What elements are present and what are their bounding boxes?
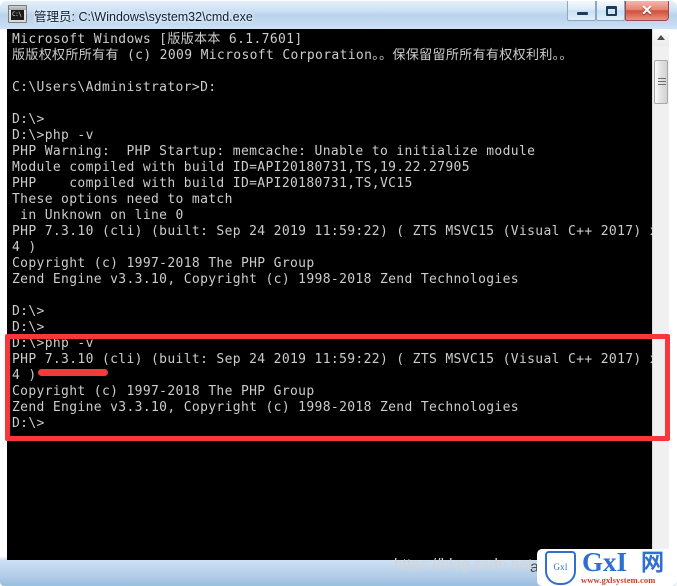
cmd-console-icon[interactable]: C:\ xyxy=(8,5,27,23)
scrollbar-grip-icon xyxy=(658,78,666,85)
console-line: PHP compiled with build ID=API20180731,T… xyxy=(12,176,413,191)
console-line: 4 ) xyxy=(12,240,37,255)
close-icon: ✕ xyxy=(641,2,653,18)
annotation-red-underline xyxy=(38,369,108,376)
gxl-shield-icon: Gxl xyxy=(545,551,576,585)
console-line: C:\Users\Administrator>D: xyxy=(12,80,217,95)
console-scrollbar[interactable] xyxy=(652,29,669,560)
gxl-wordmark: GxI xyxy=(582,549,628,577)
console-output-area[interactable]: Microsoft Windows [版版本本 6.1.7601] 版版权权所所有… xyxy=(7,29,669,560)
minimize-icon xyxy=(577,12,588,15)
window-title: 管理员: C:\Windows\system32\cmd.exe xyxy=(34,10,253,24)
console-line: D:\> xyxy=(12,416,45,431)
console-line: Zend Engine v3.3.10, Copyright (c) 1998-… xyxy=(12,272,519,287)
console-line: in Unknown on line 0 xyxy=(12,208,184,223)
gxl-url-text: www.gxlsystem.com xyxy=(581,575,656,585)
gxl-shield-label: Gxl xyxy=(553,562,568,572)
console-line: PHP 7.3.10 (cli) (built: Sep 24 2019 11:… xyxy=(12,352,667,367)
console-line: These options need to match xyxy=(12,192,233,207)
minimize-button[interactable] xyxy=(567,1,596,21)
chevron-up-icon xyxy=(657,35,665,40)
title-bar[interactable]: C:\ 管理员: C:\Windows\system32\cmd.exe ✕ xyxy=(0,0,677,29)
scroll-up-arrow[interactable] xyxy=(653,29,669,46)
csdn-watermark: https://blog.csdn.net xyxy=(394,556,533,573)
console-text: Microsoft Windows [版版本本 6.1.7601] 版版权权所所有… xyxy=(12,32,667,432)
console-line: PHP Warning: PHP Startup: memcache: Unab… xyxy=(12,144,536,159)
scrollbar-thumb[interactable] xyxy=(654,60,668,104)
console-line: Copyright (c) 1997-2018 The PHP Group xyxy=(12,256,315,271)
gxl-cn-glyph: 网 xyxy=(641,549,664,575)
console-line: 4 ) xyxy=(12,368,37,383)
console-line: 版版权权所所有有 (c) 2009 Microsoft Corporation。… xyxy=(12,48,573,63)
console-line: PHP 7.3.10 (cli) (built: Sep 24 2019 11:… xyxy=(12,224,667,239)
console-line: Zend Engine v3.3.10, Copyright (c) 1998-… xyxy=(12,400,519,415)
console-line: D:\> xyxy=(12,304,45,319)
icon-prompt-glyph: C:\ xyxy=(12,11,22,18)
close-button[interactable]: ✕ xyxy=(625,1,669,21)
console-line: Copyright (c) 1997-2018 The PHP Group xyxy=(12,384,315,399)
gxl-logo: Gxl GxI 网 www.gxlsystem.com xyxy=(537,549,677,586)
console-line: D:\> xyxy=(12,320,45,335)
console-line: Module compiled with build ID=API2018073… xyxy=(12,160,470,175)
console-line: Microsoft Windows [版版本本 6.1.7601] xyxy=(12,32,303,47)
cmd-window: C:\ 管理员: C:\Windows\system32\cmd.exe ✕ M… xyxy=(0,0,677,586)
maximize-button[interactable] xyxy=(596,1,625,21)
console-line: D:\>php -v xyxy=(12,336,94,351)
console-line: D:\> xyxy=(12,112,45,127)
maximize-icon xyxy=(606,6,617,16)
console-line: D:\>php -v xyxy=(12,128,94,143)
